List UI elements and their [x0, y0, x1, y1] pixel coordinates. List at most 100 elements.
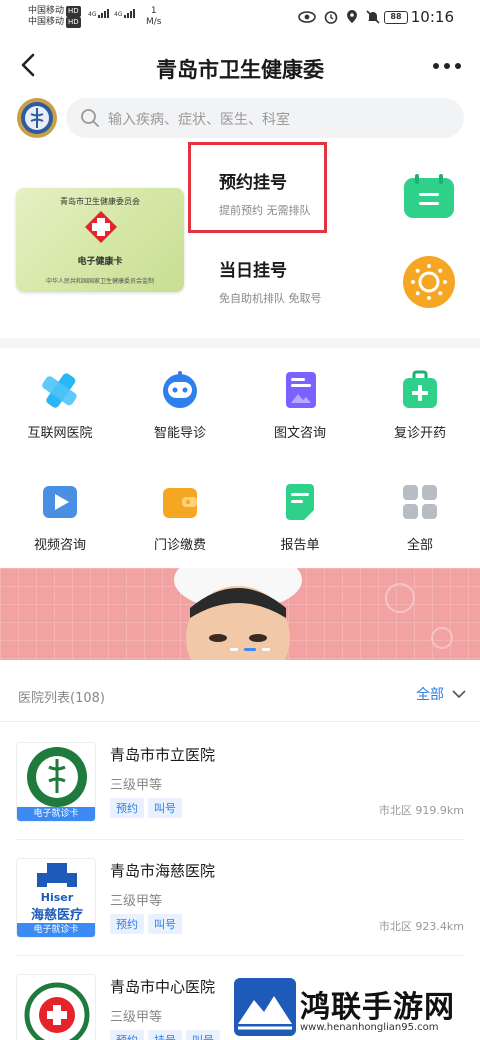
hospital-tags: 预约 叫号 — [110, 798, 182, 818]
tag-queue: 叫号 — [148, 914, 182, 934]
status-icons — [298, 9, 380, 24]
battery-icon: 88 — [384, 11, 408, 24]
speed-unit: M/s — [146, 17, 162, 27]
hospital-name: 青岛市中心医院 — [110, 978, 216, 996]
grid-label: 智能导诊 — [153, 426, 206, 441]
banner-pagination — [230, 648, 270, 651]
image-doc-icon — [286, 372, 316, 408]
carrier-info: 中国移动 HD 中国移动 HD — [28, 6, 81, 28]
clock: 10:16 — [410, 8, 454, 26]
chevron-down-icon — [452, 690, 466, 699]
grid-item-report[interactable]: 报告单 — [245, 482, 355, 572]
hospital-item-municipal[interactable]: 电子就诊卡 青岛市市立医院 三级甲等 预约 叫号 市北区 919.9km — [0, 724, 480, 840]
grid-label: 全部 — [406, 538, 433, 553]
hospital-tags: 预约 挂号 叫号 — [110, 1030, 220, 1040]
nav-bar: 青岛市卫生健康委 — [0, 36, 480, 96]
more-options-icon[interactable] — [430, 52, 464, 80]
grid-label: 互联网医院 — [27, 426, 93, 441]
promo-banner[interactable] — [0, 568, 480, 660]
hospital-level: 三级甲等 — [110, 778, 163, 793]
alarm-icon — [324, 10, 338, 24]
tag-appointment: 预约 — [110, 798, 144, 818]
sun-clock-icon — [403, 256, 455, 308]
electronic-health-card[interactable]: 青岛市卫生健康委员会 电子健康卡 中华人民共和国国家卫生健康委员会监制 — [16, 188, 184, 292]
hospital-location: 市北区 923.4km — [378, 920, 464, 933]
carrier-2: 中国移动 — [28, 17, 65, 27]
hospital-name: 青岛市市立医院 — [110, 746, 216, 764]
search-icon — [81, 109, 99, 127]
hd-badge-2: HD — [66, 17, 81, 28]
signal-icon: 4G 4G — [88, 9, 135, 18]
grid-item-video-consult[interactable]: 视频咨询 — [5, 482, 115, 572]
filter-dropdown[interactable]: 全部 — [416, 684, 466, 704]
site-watermark: 鸿联手游网 www.henanhonglian95.com — [232, 978, 472, 1038]
hospital-tags: 预约 叫号 — [110, 914, 182, 934]
hospital-list-header: 医院列表(108) 全部 — [0, 672, 480, 722]
card-issuer: 青岛市卫生健康委员会 — [60, 197, 140, 206]
central-hospital-logo — [24, 982, 90, 1040]
status-bar: 中国移动 HD 中国移动 HD 4G 4G 1 M/s 88 10:16 — [0, 0, 480, 36]
svg-text:4G: 4G — [88, 11, 97, 18]
hospital-item-haici[interactable]: Hiser 海慈医疗 电子就诊卡 青岛市海慈医院 三级甲等 预约 叫号 市北区 … — [0, 840, 480, 956]
cross-icon — [42, 373, 77, 408]
same-day-title: 当日挂号 — [219, 261, 287, 281]
grid-item-smart-guide[interactable]: 智能导诊 — [125, 370, 235, 460]
tag-appointment: 预约 — [110, 914, 144, 934]
tag-queue: 叫号 — [148, 798, 182, 818]
red-cross-icon — [85, 211, 117, 243]
watermark-logo-icon — [234, 978, 296, 1036]
grid-item-outpatient-payment[interactable]: 门诊缴费 — [125, 482, 235, 572]
health-commission-logo[interactable] — [16, 97, 58, 139]
card-name: 电子健康卡 — [77, 257, 123, 267]
network-speed: 1 M/s — [146, 6, 162, 28]
hospital-list-title: 医院列表(108) — [18, 691, 105, 706]
hospital-logo: Hiser 海慈医疗 电子就诊卡 — [16, 858, 96, 938]
svg-text:4G: 4G — [114, 11, 123, 18]
svg-text:Hiser: Hiser — [41, 891, 74, 904]
card-tag: 电子就诊卡 — [17, 807, 95, 821]
tag-register: 挂号 — [148, 1030, 182, 1040]
card-footer: 中华人民共和国国家卫生健康委员会监制 — [45, 278, 154, 285]
grid-label: 报告单 — [280, 538, 320, 553]
speed-value: 1 — [150, 6, 157, 16]
hospital-location: 市北区 919.9km — [378, 804, 464, 817]
appointment-subtitle: 提前预约 无需排队 — [219, 204, 311, 217]
same-day-subtitle: 免自助机排队 免取号 — [219, 292, 322, 305]
calendar-icon — [404, 174, 454, 218]
filter-label: 全部 — [416, 687, 444, 703]
grid-label: 门诊缴费 — [153, 538, 206, 553]
grid-item-image-consult[interactable]: 图文咨询 — [245, 370, 355, 460]
hospital-level: 三级甲等 — [110, 1010, 163, 1025]
section-divider — [0, 338, 480, 348]
hospital-logo: 电子就诊卡 — [16, 742, 96, 822]
robot-icon — [163, 371, 197, 408]
wallet-icon — [163, 488, 197, 518]
hospital-level: 三级甲等 — [110, 894, 163, 909]
search-placeholder: 输入疾病、症状、医生、科室 — [108, 112, 290, 128]
watermark-url: www.henanhonglian95.com — [300, 1022, 439, 1033]
carrier-1: 中国移动 — [28, 6, 65, 16]
apps-icon — [403, 485, 437, 519]
appointment-title: 预约挂号 — [219, 173, 287, 193]
search-input[interactable]: 输入疾病、症状、医生、科室 — [66, 98, 464, 138]
location-icon — [347, 10, 357, 23]
tag-queue: 叫号 — [186, 1030, 220, 1040]
medkit-icon — [403, 370, 437, 408]
grid-item-internet-hospital[interactable]: 互联网医院 — [5, 370, 115, 460]
card-tag: 电子就诊卡 — [17, 923, 95, 937]
grid-label: 视频咨询 — [33, 538, 86, 553]
video-icon — [43, 486, 77, 518]
haici-hospital-logo: Hiser 海慈医疗 — [31, 863, 83, 923]
hospital-name: 青岛市海慈医院 — [110, 862, 216, 880]
grid-item-all[interactable]: 全部 — [365, 482, 475, 572]
eye-icon — [298, 10, 316, 23]
grid-item-refill[interactable]: 复诊开药 — [365, 370, 475, 460]
watermark-text: 鸿联手游网 — [300, 990, 455, 1025]
grid-label: 复诊开药 — [393, 426, 446, 441]
hospital-logo — [16, 974, 96, 1040]
grid-label: 图文咨询 — [273, 426, 326, 441]
banner-illustration — [0, 568, 480, 660]
hd-badge: HD — [66, 6, 81, 17]
tag-appointment: 预约 — [110, 1030, 144, 1040]
svg-text:海慈医疗: 海慈医疗 — [31, 907, 83, 923]
